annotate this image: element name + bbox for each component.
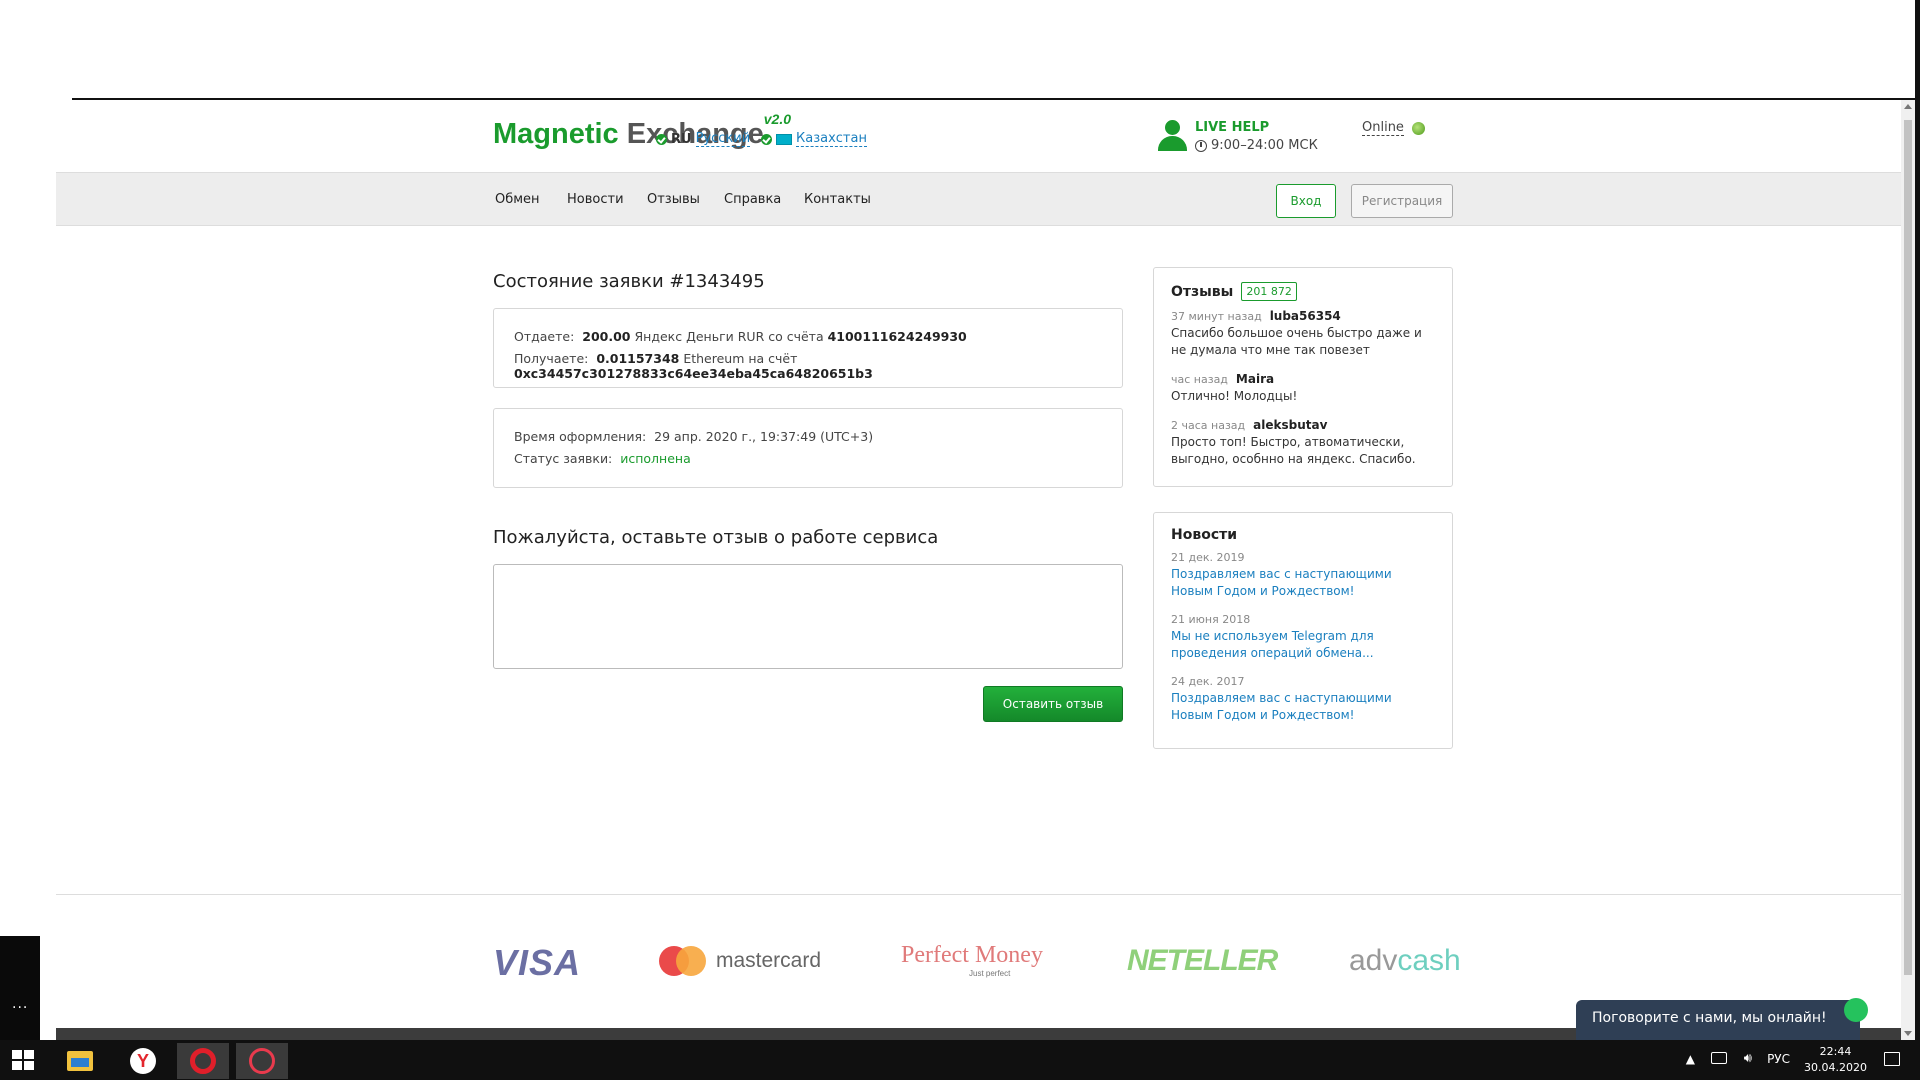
opera-gx-icon[interactable] — [236, 1043, 288, 1079]
news-title: Новости — [1171, 527, 1238, 543]
get-currency: Ethereum на счёт — [683, 351, 798, 366]
input-language[interactable]: РУС — [1767, 1052, 1790, 1066]
live-help-hours: 9:00–24:00 МСК — [1211, 138, 1318, 153]
give-currency: Яндекс Деньги RUR со счёта — [634, 329, 824, 344]
logo-part1: Magnetic — [493, 118, 619, 150]
window-right-border — [1915, 0, 1920, 1040]
order-amounts-box: Отдаете: 200.00 Яндекс Деньги RUR со счё… — [493, 308, 1123, 388]
news-link[interactable]: Поздравляем вас с наступающими Новым Год… — [1171, 690, 1435, 724]
globe-icon — [1411, 121, 1425, 135]
get-row: Получаете: 0.01157348 Ethereum на счёт 0… — [514, 351, 873, 381]
checkmark-icon — [761, 133, 772, 145]
footer-divider — [56, 894, 1901, 895]
news-link[interactable]: Поздравляем вас с наступающими Новым Год… — [1171, 566, 1435, 600]
nav-reviews[interactable]: Отзывы — [647, 192, 700, 207]
status-badge: исполнена — [620, 451, 691, 466]
advcash-logo: advcash — [1349, 944, 1461, 977]
order-title: Состояние заявки #1343495 — [493, 271, 765, 292]
give-account: 4100111624249930 — [827, 329, 967, 344]
file-explorer-icon[interactable] — [54, 1043, 106, 1079]
time-row: Время оформления: 29 апр. 2020 г., 19:37… — [514, 429, 874, 444]
site-header: Magnetic Exchangev2.0 RU Русский Казахст… — [56, 100, 1901, 172]
more-icon[interactable]: ... — [12, 996, 28, 1012]
web-page: Magnetic Exchangev2.0 RU Русский Казахст… — [56, 100, 1901, 1040]
taskbar: Y ▲ 🔊︎ РУС 22:44 30.04.2020 — [0, 1040, 1920, 1080]
checkmark-icon — [656, 133, 667, 145]
news-date: 24 дек. 2017 — [1171, 675, 1245, 688]
give-amount: 200.00 — [582, 329, 631, 344]
review-meta: 37 минут назад luba56354 — [1171, 309, 1341, 323]
status-row: Статус заявки: исполнена — [514, 451, 691, 466]
clock-date: 30.04.2020 — [1804, 1061, 1867, 1074]
windows-start-icon[interactable] — [12, 1050, 34, 1070]
volume-icon[interactable]: 🔊︎ — [1744, 1051, 1752, 1066]
clock-time: 22:44 — [1819, 1045, 1852, 1058]
order-status-box: Время оформления: 29 апр. 2020 г., 19:37… — [493, 408, 1123, 488]
country-selector[interactable]: Казахстан — [761, 131, 867, 147]
visa-logo: VISA — [493, 942, 582, 983]
live-help-title: LIVE HELP — [1195, 120, 1270, 135]
payment-logos: VISA mastercard Perfect Money Just perfe… — [56, 942, 1901, 983]
give-row: Отдаете: 200.00 Яндекс Деньги RUR со счё… — [514, 329, 967, 344]
notification-center-icon[interactable] — [1884, 1052, 1900, 1066]
scroll-thumb[interactable] — [1904, 120, 1912, 975]
nav-exchange[interactable]: Обмен — [495, 192, 540, 207]
tray-caret-icon[interactable]: ▲ — [1686, 1052, 1695, 1066]
reviews-panel: Отзывы 201 872 37 минут назад luba56354 С… — [1153, 267, 1453, 487]
nav-help[interactable]: Справка — [724, 192, 781, 207]
network-icon[interactable] — [1711, 1052, 1727, 1064]
news-link[interactable]: Мы не используем Telegram для проведения… — [1171, 628, 1435, 662]
news-date: 21 июня 2018 — [1171, 613, 1251, 626]
chat-label: Поговорите с нами, мы онлайн! — [1592, 1010, 1827, 1026]
review-meta: час назад Maira — [1171, 372, 1275, 386]
flag-kz-icon — [776, 133, 792, 145]
side-panel: ... — [0, 936, 40, 1040]
review-text: Отлично! Молодцы! — [1171, 389, 1298, 403]
live-help[interactable]: LIVE HELP 9:00–24:00 МСК — [1157, 120, 1318, 153]
vertical-scrollbar[interactable] — [1901, 100, 1915, 1040]
review-text: Спасибо большое очень быстро даже и не д… — [1171, 326, 1422, 357]
news-panel: Новости 21 дек. 2019 Поздравляем вас с н… — [1153, 512, 1453, 749]
nav-contacts[interactable]: Контакты — [804, 192, 871, 207]
review-text: Просто топ! Быстро, атвоматически, выгод… — [1171, 435, 1416, 466]
scroll-up-arrow-icon[interactable] — [1904, 104, 1912, 109]
register-button[interactable]: Регистрация — [1351, 184, 1453, 218]
feedback-textarea[interactable] — [493, 564, 1123, 669]
logo-version: v2.0 — [763, 111, 791, 128]
opera-icon[interactable] — [177, 1043, 229, 1079]
reviews-count-badge[interactable]: 201 872 — [1241, 282, 1297, 301]
chat-widget[interactable]: Поговорите с нами, мы онлайн! — [1576, 998, 1868, 1040]
scroll-down-arrow-icon[interactable] — [1904, 1031, 1912, 1036]
reviews-title: Отзывы 201 872 — [1171, 282, 1435, 301]
language-link[interactable]: Русский — [695, 131, 751, 147]
clock[interactable]: 22:44 30.04.2020 — [1804, 1044, 1867, 1076]
neteller-logo: NETELLER — [1127, 944, 1278, 977]
mastercard-logo: mastercard — [659, 946, 821, 976]
clock-icon — [1195, 139, 1207, 152]
perfect-money-logo: Perfect Money Just perfect — [901, 942, 1043, 978]
review-meta: 2 часа назад aleksbutav — [1171, 418, 1328, 432]
nav-news[interactable]: Новости — [567, 192, 624, 207]
main-nav: Обмен Новости Отзывы Справка Контакты Вх… — [56, 172, 1901, 226]
feedback-title: Пожалуйста, оставьте отзыв о работе серв… — [493, 527, 939, 548]
online-label: Online — [1362, 120, 1404, 136]
news-date: 21 дек. 2019 — [1171, 551, 1245, 564]
get-amount: 0.01157348 — [596, 351, 680, 366]
submit-review-button[interactable]: Оставить отзыв — [983, 686, 1123, 722]
person-icon — [1157, 120, 1187, 152]
online-status[interactable]: Online — [1362, 120, 1425, 136]
language-selector[interactable]: RU Русский — [656, 131, 751, 147]
language-code: RU — [671, 131, 692, 147]
get-account: 0xc34457c301278833c64ee34eba45ca64820651… — [514, 366, 873, 381]
order-time: 29 апр. 2020 г., 19:37:49 (UTC+3) — [654, 429, 874, 444]
yandex-browser-icon[interactable]: Y — [117, 1043, 169, 1079]
login-button[interactable]: Вход — [1276, 184, 1336, 218]
country-link[interactable]: Казахстан — [796, 131, 867, 147]
chat-status-icon — [1844, 998, 1868, 1022]
